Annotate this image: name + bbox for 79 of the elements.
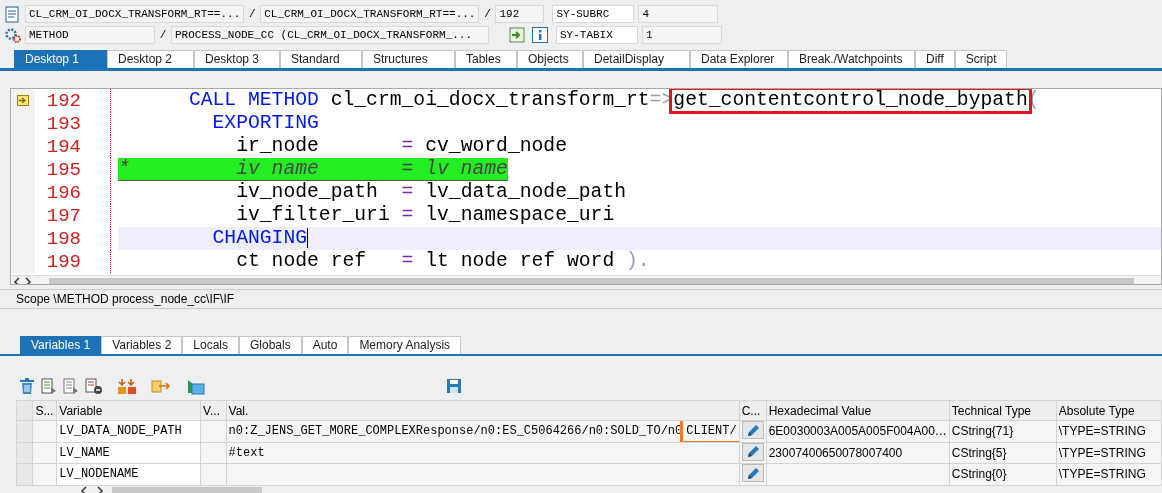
code-line: iv_filter_uri = lv_namespace_uri: [235, 204, 615, 227]
arrow-icon: [17, 95, 29, 106]
tab[interactable]: Desktop 3: [194, 50, 280, 68]
field[interactable]: PROCESS_NODE_CC (CL_CRM_OI_DOCX_TRANSFORM_...: [171, 26, 489, 44]
line-number: 194: [45, 135, 82, 158]
line-number: 195: [45, 158, 82, 181]
tab[interactable]: Desktop 1: [14, 50, 107, 68]
column-header[interactable]: Val.: [226, 400, 740, 421]
column-header[interactable]: Hexadecimal Value: [766, 400, 950, 421]
line-number: 193: [45, 112, 82, 135]
info-icon: [532, 26, 548, 43]
tab[interactable]: Standard: [280, 50, 362, 68]
scrollbar-thumb[interactable]: [49, 278, 1134, 284]
gear-icon: [4, 26, 21, 44]
save-icon[interactable]: [446, 378, 462, 394]
table-cell: 23007400650078007400: [766, 442, 950, 464]
line-number: 196: [45, 181, 82, 204]
column-header[interactable]: Technical Type: [949, 400, 1057, 421]
column-header[interactable]: S...: [32, 400, 57, 421]
line-number: 198: [45, 227, 82, 250]
scroll-right-icon[interactable]: [96, 485, 104, 493]
field[interactable]: 192: [495, 5, 545, 23]
scrollbar-thumb[interactable]: [112, 486, 262, 493]
system-field-name: SY-TABIX: [556, 26, 638, 44]
separator-text: /: [159, 29, 167, 41]
tab[interactable]: Objects: [517, 50, 583, 68]
tab[interactable]: Locals: [182, 336, 239, 354]
code-line: ct node ref = lt node ref word ).: [235, 250, 650, 273]
list-icon[interactable]: [63, 377, 79, 395]
separator-text: /: [483, 8, 492, 20]
tab[interactable]: Structures: [362, 50, 455, 68]
system-field-value: 4: [638, 5, 719, 23]
delete-icon[interactable]: [19, 377, 35, 395]
tab[interactable]: DetailDisplay: [583, 50, 690, 68]
scroll-left-icon[interactable]: [13, 277, 21, 284]
tab[interactable]: Desktop 2: [107, 50, 194, 68]
tab[interactable]: Script: [954, 50, 1008, 68]
tab[interactable]: Break./Watchpoints: [788, 50, 915, 68]
scope-text: Scope \METHOD process_node_cc\IF\IF: [16, 292, 235, 306]
code-line: iv_node_path = lv_data_node_path: [235, 181, 627, 204]
tab[interactable]: Tables: [455, 50, 517, 68]
navigate-icon: [509, 26, 526, 44]
tab[interactable]: Globals: [239, 336, 302, 354]
column-header[interactable]: Variable: [56, 400, 201, 421]
field[interactable]: METHOD: [25, 26, 155, 44]
table-cell: 6E0030003A005A005F004A00…: [766, 420, 950, 442]
scroll-right-icon[interactable]: [24, 277, 32, 284]
remove-row-icon[interactable]: [85, 377, 103, 395]
code-line: ir_node = cv_word_node: [235, 135, 567, 158]
edit-button[interactable]: [741, 421, 764, 439]
tab[interactable]: Data Explorer: [690, 50, 788, 68]
gutter-cell[interactable]: [11, 250, 35, 273]
column-header[interactable]: C...: [739, 400, 767, 421]
folder-icon[interactable]: [187, 377, 205, 395]
expand-icon[interactable]: [117, 377, 137, 395]
scroll-left-icon[interactable]: [80, 485, 88, 493]
edit-button[interactable]: [741, 464, 764, 482]
list-icon[interactable]: [41, 377, 57, 395]
tab[interactable]: Variables 2: [101, 336, 183, 354]
table-cell: #text: [226, 442, 740, 464]
field[interactable]: CL_CRM_OI_DOCX_TRANSFORM_RT==...: [260, 5, 480, 23]
code-line: EXPORTING: [211, 112, 319, 135]
document-icon: [4, 5, 21, 23]
system-field-value: 1: [642, 26, 722, 44]
line-number: 197: [45, 204, 82, 227]
tab[interactable]: Diff: [915, 50, 955, 68]
system-field-name: SY-SUBRC: [552, 5, 635, 23]
column-header[interactable]: V...: [200, 400, 227, 421]
tab[interactable]: Auto: [301, 336, 349, 354]
table-cell: n0:Z_JENS_GET_MORE_COMPLEXResponse/n0:ES_C5064266/n0:SOLD_TO/n0: [228, 424, 683, 439]
column-header[interactable]: Absolute Type: [1056, 400, 1162, 421]
gutter-cell[interactable]: [11, 89, 35, 112]
line-number: 192: [45, 89, 82, 112]
export-icon[interactable]: [151, 377, 171, 395]
line-number: 199: [45, 250, 82, 273]
tab[interactable]: Memory Analysis: [348, 336, 462, 354]
separator-text: /: [248, 8, 257, 20]
field[interactable]: CL_CRM_OI_DOCX_TRANSFORM_RT==...: [25, 5, 245, 23]
tab[interactable]: Variables 1: [20, 336, 102, 354]
